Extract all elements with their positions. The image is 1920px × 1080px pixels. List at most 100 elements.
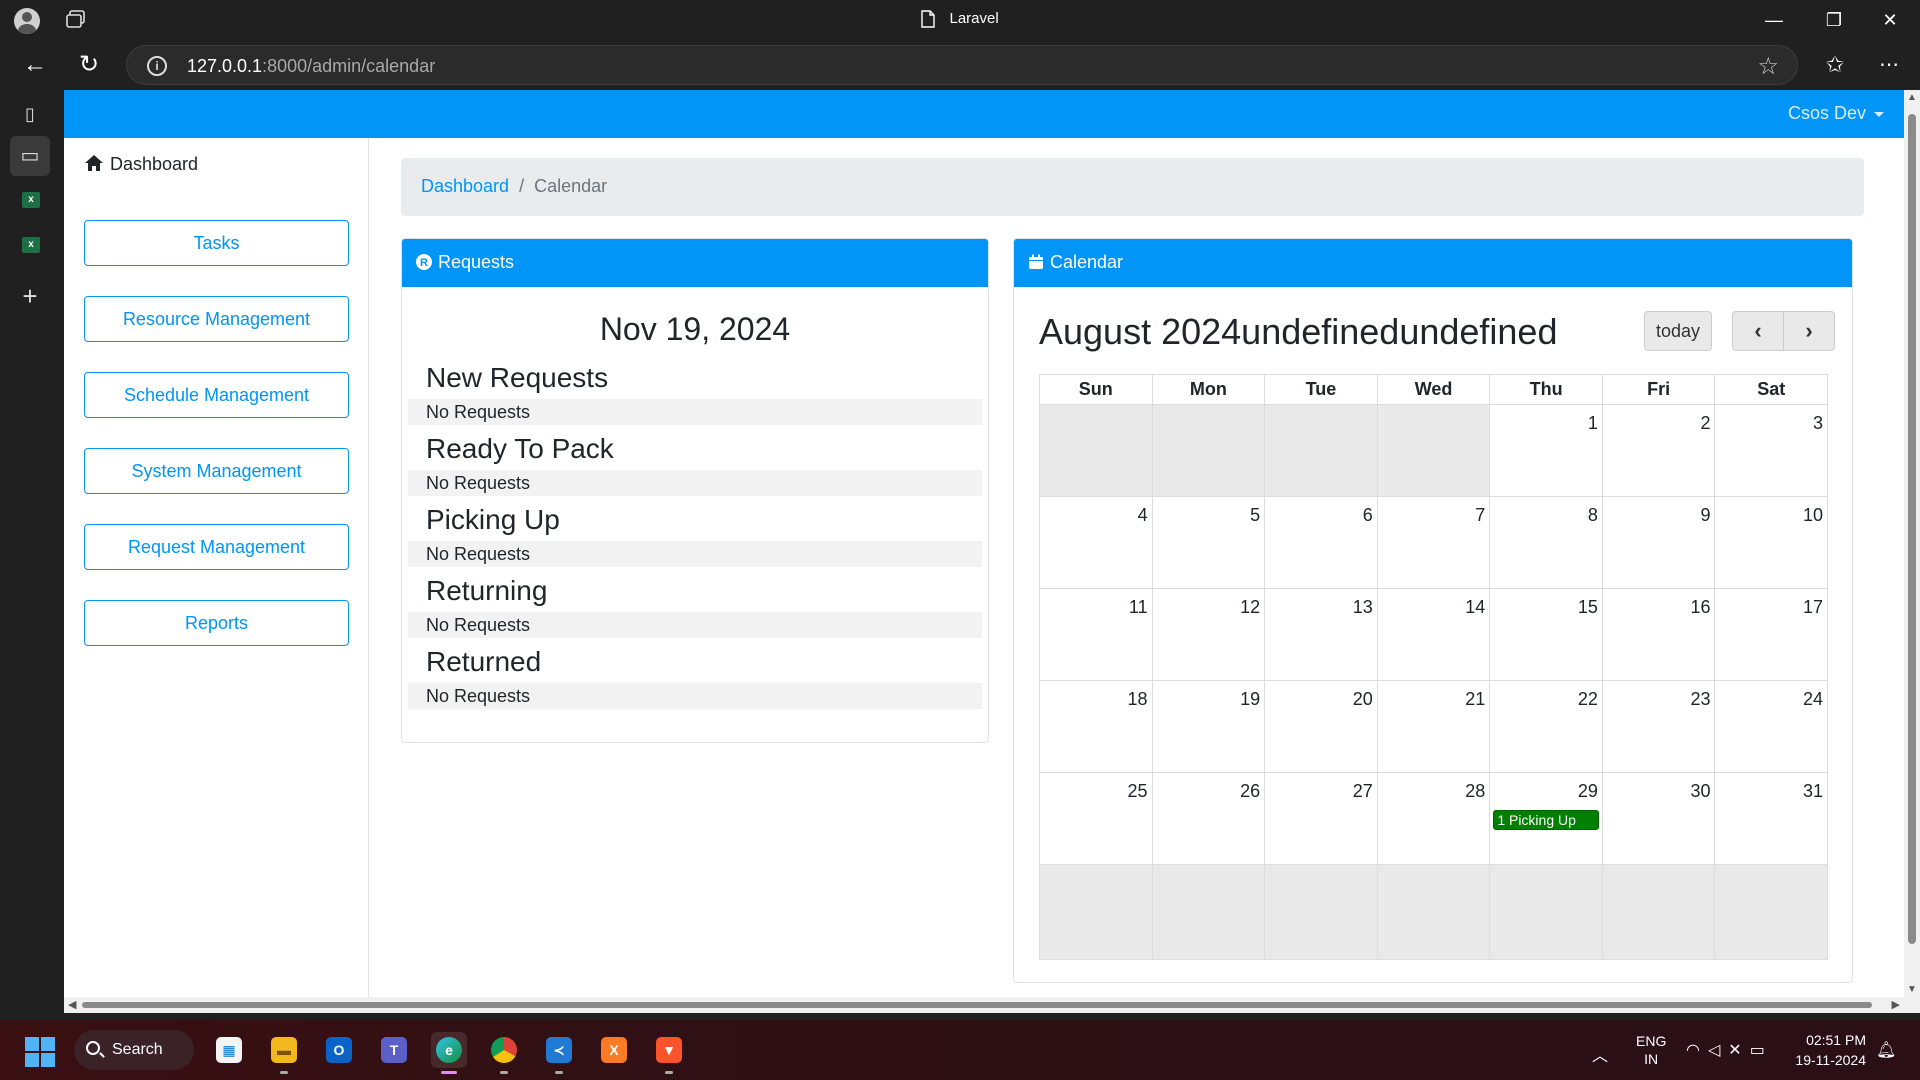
vscode-icon[interactable]: ≺ [541,1032,577,1074]
calendar-day-cell[interactable]: 17 [1715,589,1829,681]
calendar-day-cell[interactable]: 2 [1602,405,1716,497]
scroll-down-arrow-icon[interactable]: ▼ [1906,984,1918,995]
address-bar[interactable]: i 127.0.0.1:8000/admin/calendar ☆ [126,45,1798,85]
more-menu-icon[interactable]: ⋯ [1876,52,1902,78]
battery-icon[interactable]: ▭ [1750,1042,1773,1059]
schedule-management-button[interactable]: Schedule Management [84,372,349,418]
teams-icon[interactable]: T [376,1032,412,1068]
calendar-empty-day[interactable] [1602,865,1716,960]
calendar-empty-day[interactable] [1490,865,1603,960]
taskbar-search[interactable]: Search [74,1030,194,1070]
calendar-day-cell[interactable]: 23 [1602,681,1716,773]
calendar-empty-day[interactable] [1265,405,1378,497]
active-tab-page-icon[interactable]: ▭ [10,136,50,176]
calendar-day-cell[interactable]: 13 [1265,589,1378,681]
calendar-day-cell[interactable]: 22 [1490,681,1603,773]
resource-management-button[interactable]: Resource Management [84,296,349,342]
calendar-day-cell[interactable]: 21 [1377,681,1491,773]
tab-panel-icon[interactable]: ▯ [16,100,44,128]
outlook-icon[interactable]: O [321,1032,357,1068]
show-hidden-icons-chevron-icon[interactable]: ︿ [1592,1042,1608,1066]
vertical-scroll-thumb[interactable] [1908,114,1916,944]
brave-browser-icon[interactable]: ▼ [651,1032,687,1074]
calendar-empty-day[interactable] [1715,865,1829,960]
taskbar-clock[interactable]: 02:51 PM 19-11-2024 [1786,1030,1866,1070]
notification-bell-icon[interactable]: 🔔︎ [1876,1040,1896,1060]
calendar-day-cell[interactable]: 31 [1715,773,1829,865]
horizontal-scroll-thumb[interactable] [82,1002,1872,1008]
calendar-empty-day[interactable] [1265,865,1378,960]
reports-button[interactable]: Reports [84,600,349,646]
refresh-icon[interactable]: ↻ [76,52,102,78]
weekday-header: Fri [1602,375,1716,405]
site-info-icon[interactable]: i [147,56,167,76]
calendar-day-cell[interactable]: 9 [1602,497,1716,589]
calendar-empty-day[interactable] [1152,405,1266,497]
calendar-empty-day[interactable] [1377,405,1491,497]
maximize-button[interactable]: ❐ [1822,8,1846,32]
file-explorer-icon[interactable]: ▬ [266,1032,302,1074]
calendar-day-cell[interactable]: 24 [1715,681,1829,773]
calendar-day-cell[interactable]: 27 [1265,773,1378,865]
calendar-day-cell[interactable]: 30 [1602,773,1716,865]
minimize-button[interactable]: — [1762,8,1786,32]
chrome-icon[interactable] [486,1032,522,1074]
user-dropdown[interactable]: Csos Dev [1788,103,1884,124]
vertical-scrollbar[interactable]: ▲ ▼ [1904,90,1920,997]
calendar-day-cell[interactable]: 12 [1152,589,1266,681]
calendar-day-cell[interactable]: 11 [1040,589,1153,681]
favorite-star-icon[interactable]: ☆ [1757,52,1779,81]
calendar-day-cell[interactable]: 6 [1265,497,1378,589]
next-month-button[interactable]: › [1783,311,1835,351]
system-management-button[interactable]: System Management [84,448,349,494]
widgets-app-icon[interactable]: ▦ [211,1032,247,1068]
calendar-empty-day[interactable] [1377,865,1491,960]
calendar-event[interactable]: 1 Picking Up [1493,810,1599,830]
input-language-indicator[interactable]: ENG IN [1636,1032,1666,1068]
calendar-day-cell[interactable]: 15 [1490,589,1603,681]
calendar-day-cell[interactable]: 14 [1377,589,1491,681]
new-tab-plus-icon[interactable]: + [16,282,44,310]
favorites-icon[interactable]: ✩ [1822,52,1848,78]
xampp-icon[interactable]: X [596,1032,632,1068]
breadcrumb-dashboard-link[interactable]: Dashboard [421,176,509,196]
excel-tab-icon[interactable]: x [22,192,40,208]
windows-start-icon[interactable] [25,1037,55,1067]
calendar-day-cell[interactable]: 10 [1715,497,1829,589]
calendar-day-cell[interactable]: 16 [1602,589,1716,681]
close-window-button[interactable]: ✕ [1878,8,1902,32]
calendar-day-cell[interactable]: 4 [1040,497,1153,589]
scroll-up-arrow-icon[interactable]: ▲ [1906,92,1918,103]
calendar-day-cell[interactable]: 3 [1715,405,1829,497]
request-management-button[interactable]: Request Management [84,524,349,570]
calendar-day-cell[interactable]: 20 [1265,681,1378,773]
calendar-day-cell[interactable]: 7 [1377,497,1491,589]
system-tray-icons[interactable]: ◠◁✕▭ [1686,1040,1773,1060]
sidebar-dashboard-link[interactable]: Dashboard [84,154,198,175]
url-text[interactable]: 127.0.0.1:8000/admin/calendar [187,56,435,77]
day-number: 13 [1352,597,1373,617]
calendar-day-cell[interactable]: 28 [1377,773,1491,865]
calendar-day-cell[interactable]: 26 [1152,773,1266,865]
volume-muted-icon[interactable]: ◁✕ [1708,1042,1750,1059]
excel-tab-icon-2[interactable]: x [22,237,40,253]
previous-month-button[interactable]: ‹ [1732,311,1784,351]
calendar-day-cell[interactable]: 25 [1040,773,1153,865]
edge-browser-icon[interactable]: e [431,1032,467,1074]
tasks-button[interactable]: Tasks [84,220,349,266]
scroll-left-arrow-icon[interactable]: ◀ [68,998,76,1011]
calendar-day-cell[interactable]: 18 [1040,681,1153,773]
wifi-icon[interactable]: ◠ [1686,1042,1708,1059]
calendar-day-cell[interactable]: 1 [1490,405,1603,497]
calendar-day-cell[interactable]: 29 1 Picking Up [1490,773,1603,865]
calendar-day-cell[interactable]: 5 [1152,497,1266,589]
calendar-empty-day[interactable] [1040,405,1153,497]
calendar-empty-day[interactable] [1152,865,1266,960]
horizontal-scrollbar[interactable]: ◀ ▶ [64,997,1920,1013]
scroll-right-arrow-icon[interactable]: ▶ [1892,998,1900,1011]
calendar-empty-day[interactable] [1040,865,1153,960]
calendar-day-cell[interactable]: 19 [1152,681,1266,773]
back-arrow-icon[interactable]: ← [22,52,48,78]
calendar-day-cell[interactable]: 8 [1490,497,1603,589]
today-button[interactable]: today [1644,311,1712,351]
